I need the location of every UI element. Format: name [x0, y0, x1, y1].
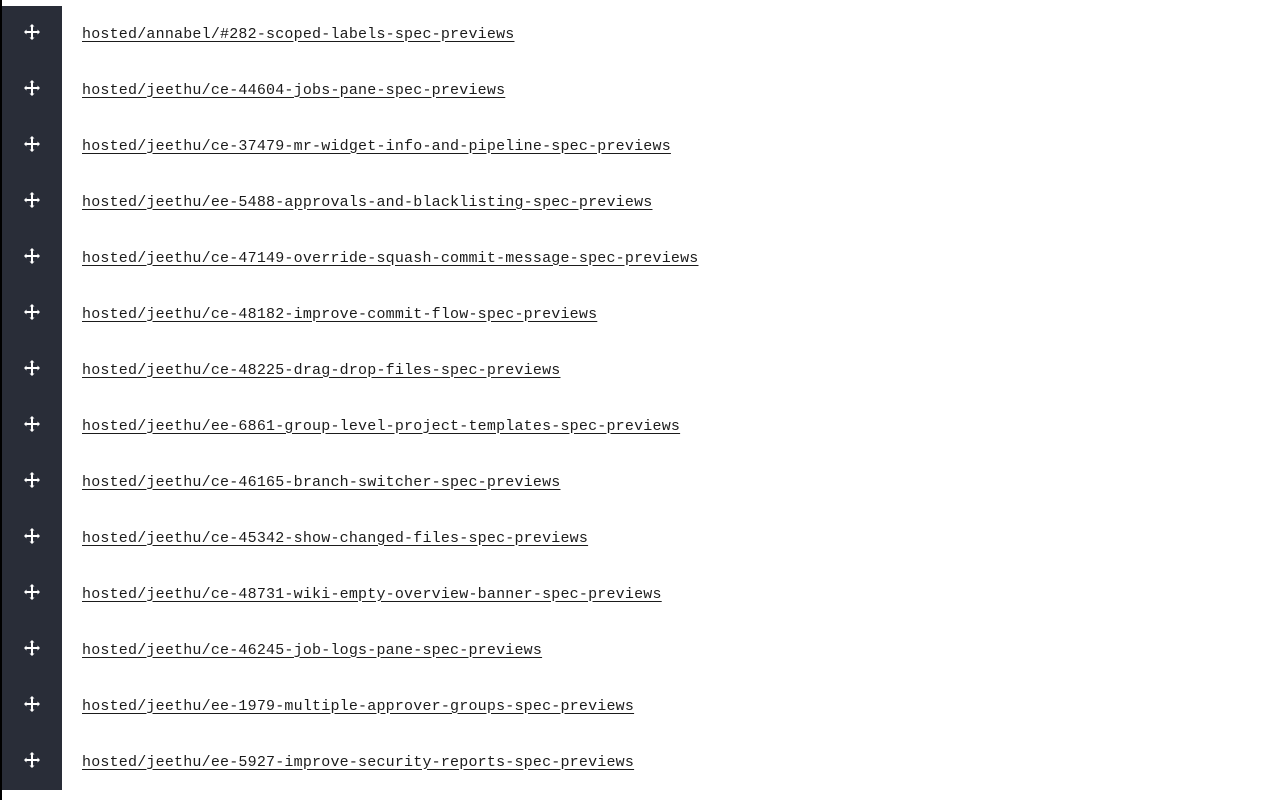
link-cell: hosted/jeethu/ce-48731-wiki-empty-overvi…: [62, 566, 662, 622]
list-item: hosted/jeethu/ce-48225-drag-drop-files-s…: [2, 342, 1280, 398]
preview-link[interactable]: hosted/annabel/#282-scoped-labels-spec-p…: [82, 26, 514, 43]
move-icon: [24, 472, 40, 492]
preview-link[interactable]: hosted/jeethu/ce-48182-improve-commit-fl…: [82, 306, 597, 323]
move-icon: [24, 136, 40, 156]
list-item: hosted/jeethu/ce-47149-override-squash-c…: [2, 230, 1280, 286]
preview-link[interactable]: hosted/jeethu/ce-45342-show-changed-file…: [82, 530, 588, 547]
drag-handle[interactable]: [2, 174, 62, 230]
link-cell: hosted/jeethu/ee-6861-group-level-projec…: [62, 398, 680, 454]
list-item: hosted/jeethu/ce-48731-wiki-empty-overvi…: [2, 566, 1280, 622]
move-icon: [24, 528, 40, 548]
move-icon: [24, 24, 40, 44]
drag-handle[interactable]: [2, 230, 62, 286]
list-item: hosted/jeethu/ce-46165-branch-switcher-s…: [2, 454, 1280, 510]
link-cell: hosted/jeethu/ce-46245-job-logs-pane-spe…: [62, 622, 542, 678]
preview-link[interactable]: hosted/jeethu/ce-37479-mr-widget-info-an…: [82, 138, 671, 155]
list-item: hosted/annabel/#282-scoped-labels-spec-p…: [2, 6, 1280, 62]
drag-handle[interactable]: [2, 510, 62, 566]
preview-link[interactable]: hosted/jeethu/ee-1979-multiple-approver-…: [82, 698, 634, 715]
drag-handle[interactable]: [2, 622, 62, 678]
move-icon: [24, 752, 40, 772]
preview-link[interactable]: hosted/jeethu/ce-44604-jobs-pane-spec-pr…: [82, 82, 505, 99]
sortable-link-list: hosted/annabel/#282-scoped-labels-spec-p…: [2, 0, 1280, 800]
move-icon: [24, 304, 40, 324]
drag-handle[interactable]: [2, 734, 62, 790]
list-item: hosted/jeethu/ee-5488-approvals-and-blac…: [2, 174, 1280, 230]
drag-handle[interactable]: [2, 678, 62, 734]
list-item: hosted/jeethu/ee-1979-multiple-approver-…: [2, 678, 1280, 734]
link-cell: hosted/jeethu/ce-48225-drag-drop-files-s…: [62, 342, 560, 398]
move-icon: [24, 696, 40, 716]
link-cell: hosted/jeethu/ee-1979-multiple-approver-…: [62, 678, 634, 734]
link-cell: hosted/jeethu/ee-5488-approvals-and-blac…: [62, 174, 653, 230]
drag-handle[interactable]: [2, 286, 62, 342]
move-icon: [24, 192, 40, 212]
preview-link[interactable]: hosted/jeethu/ce-48731-wiki-empty-overvi…: [82, 586, 662, 603]
list-item: hosted/jeethu/ee-5927-improve-security-r…: [2, 734, 1280, 790]
list-item: hosted/jeethu/ce-44604-jobs-pane-spec-pr…: [2, 62, 1280, 118]
move-icon: [24, 640, 40, 660]
link-cell: hosted/jeethu/ce-48182-improve-commit-fl…: [62, 286, 597, 342]
preview-link[interactable]: hosted/jeethu/ce-46245-job-logs-pane-spe…: [82, 642, 542, 659]
preview-link[interactable]: hosted/jeethu/ce-48225-drag-drop-files-s…: [82, 362, 560, 379]
preview-link[interactable]: hosted/jeethu/ee-5927-improve-security-r…: [82, 754, 634, 771]
move-icon: [24, 248, 40, 268]
list-item: hosted/jeethu/ee-6861-group-level-projec…: [2, 398, 1280, 454]
link-cell: hosted/jeethu/ce-45342-show-changed-file…: [62, 510, 588, 566]
preview-link[interactable]: hosted/jeethu/ce-46165-branch-switcher-s…: [82, 474, 560, 491]
preview-link[interactable]: hosted/jeethu/ee-6861-group-level-projec…: [82, 418, 680, 435]
link-cell: hosted/annabel/#282-scoped-labels-spec-p…: [62, 6, 514, 62]
list-item: hosted/jeethu/ce-46245-job-logs-pane-spe…: [2, 622, 1280, 678]
drag-handle[interactable]: [2, 62, 62, 118]
link-cell: hosted/jeethu/ce-46165-branch-switcher-s…: [62, 454, 560, 510]
list-item: hosted/jeethu/ce-45342-show-changed-file…: [2, 510, 1280, 566]
link-cell: hosted/jeethu/ce-47149-override-squash-c…: [62, 230, 699, 286]
drag-handle[interactable]: [2, 454, 62, 510]
move-icon: [24, 360, 40, 380]
move-icon: [24, 80, 40, 100]
drag-handle[interactable]: [2, 398, 62, 454]
preview-link[interactable]: hosted/jeethu/ee-5488-approvals-and-blac…: [82, 194, 653, 211]
link-cell: hosted/jeethu/ee-5927-improve-security-r…: [62, 734, 634, 790]
link-cell: hosted/jeethu/ce-37479-mr-widget-info-an…: [62, 118, 671, 174]
preview-link[interactable]: hosted/jeethu/ce-47149-override-squash-c…: [82, 250, 699, 267]
list-item: hosted/jeethu/ce-48182-improve-commit-fl…: [2, 286, 1280, 342]
move-icon: [24, 584, 40, 604]
link-cell: hosted/jeethu/ce-44604-jobs-pane-spec-pr…: [62, 62, 505, 118]
move-icon: [24, 416, 40, 436]
drag-handle[interactable]: [2, 342, 62, 398]
drag-handle[interactable]: [2, 566, 62, 622]
list-item: hosted/jeethu/ce-37479-mr-widget-info-an…: [2, 118, 1280, 174]
drag-handle[interactable]: [2, 6, 62, 62]
drag-handle[interactable]: [2, 118, 62, 174]
